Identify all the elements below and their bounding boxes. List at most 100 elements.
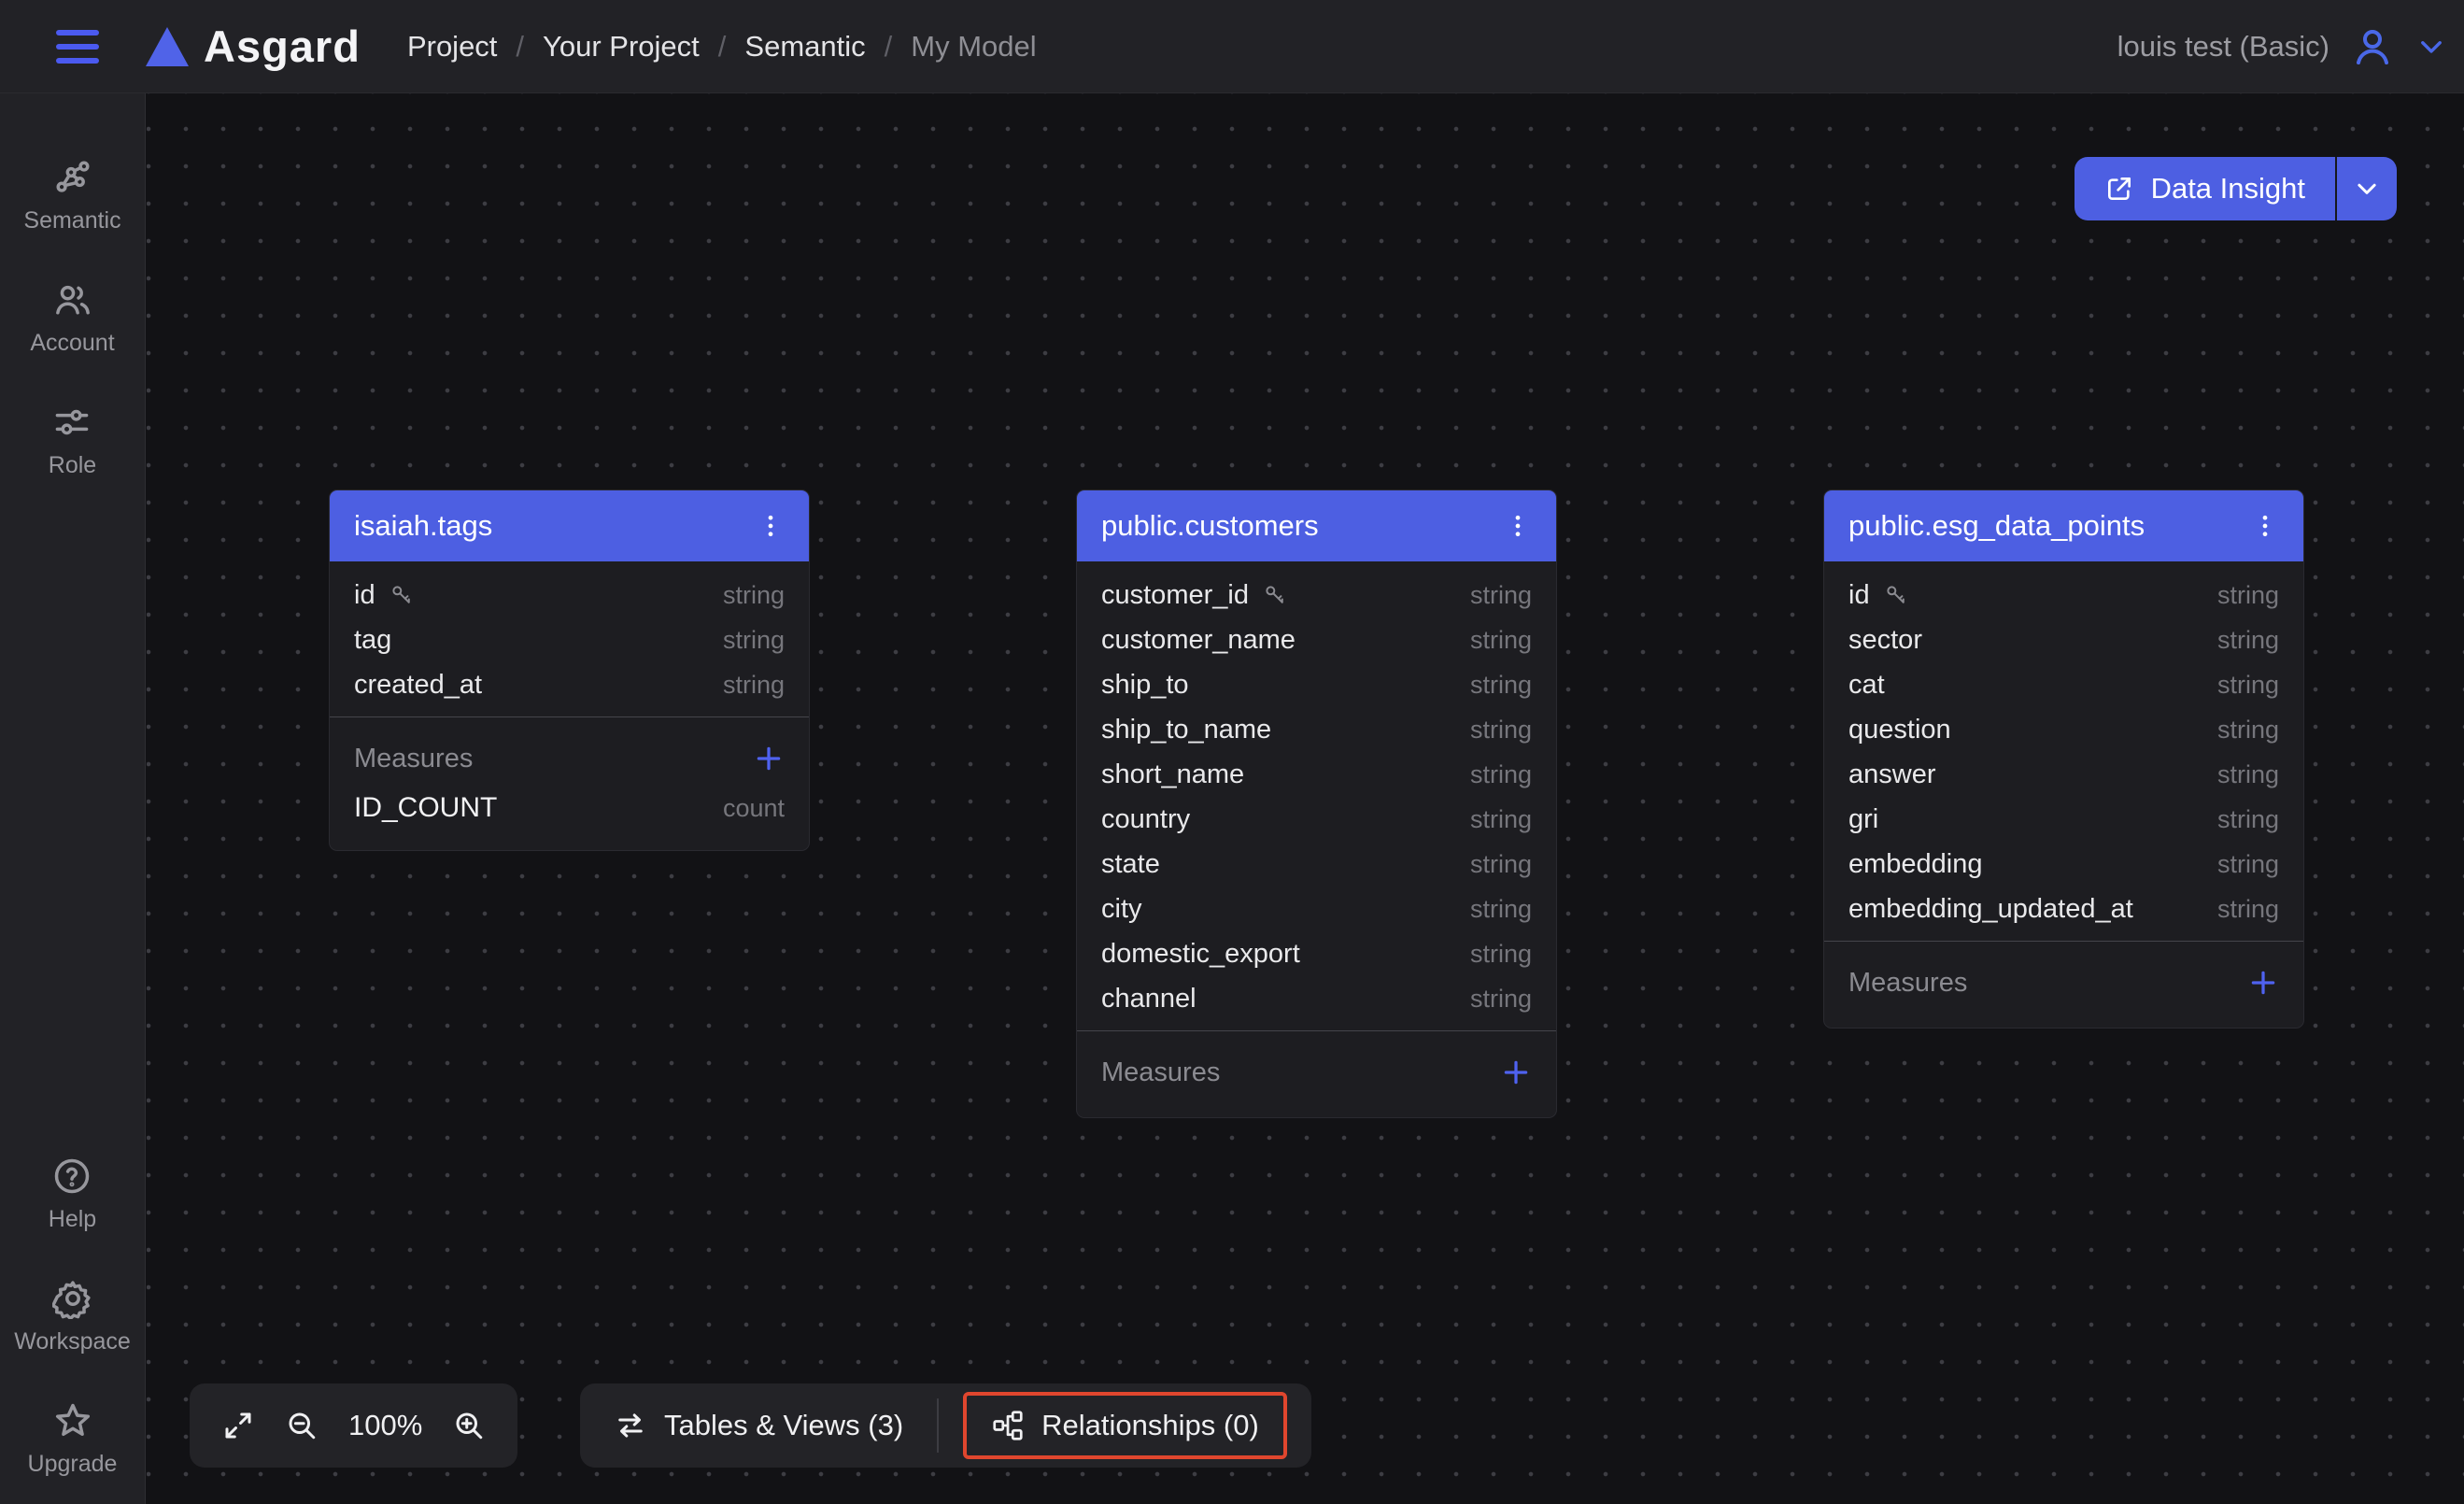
sidebar-item-label: Upgrade (28, 1451, 118, 1478)
key-icon (389, 582, 415, 608)
column-row[interactable]: tag string (330, 617, 809, 662)
sidebar-item-semantic[interactable]: Semantic (23, 157, 120, 234)
column-type: string (723, 671, 785, 700)
sidebar-item-label: Semantic (23, 207, 120, 234)
table-card-header[interactable]: public.customers (1077, 490, 1556, 561)
sidebar-item-account[interactable]: Account (30, 279, 114, 357)
breadcrumb-item[interactable]: Your Project (543, 30, 700, 64)
breadcrumb-item[interactable]: Project (407, 30, 497, 64)
add-measure-button[interactable] (753, 743, 785, 774)
zoom-out-button[interactable] (285, 1409, 319, 1442)
table-card-header[interactable]: public.esg_data_points (1824, 490, 2303, 561)
table-name: public.customers (1101, 509, 1319, 543)
kebab-menu-icon[interactable] (2251, 512, 2279, 540)
column-row[interactable]: ship_tostring (1077, 662, 1556, 707)
column-row[interactable]: countrystring (1077, 797, 1556, 842)
column-name: tag (354, 625, 391, 656)
table-card[interactable]: public.customerscustomer_idstringcustome… (1077, 490, 1556, 1117)
add-measure-button[interactable] (2247, 967, 2279, 999)
zoom-level-value: 100% (348, 1409, 422, 1442)
column-row[interactable]: customer_namestring (1077, 617, 1556, 662)
column-row[interactable]: catstring (1824, 662, 2303, 707)
sidebar-item-role[interactable]: Role (49, 402, 96, 479)
data-insight-button[interactable]: Data Insight (2075, 157, 2335, 220)
sidebar-item-label: Account (30, 330, 114, 357)
add-measure-button[interactable] (1500, 1057, 1532, 1088)
key-icon (1883, 582, 1909, 608)
star-icon (52, 1400, 93, 1441)
sidebar-item-workspace[interactable]: Workspace (14, 1278, 131, 1355)
column-type: string (1470, 985, 1532, 1014)
column-row[interactable]: answer string (1824, 752, 2303, 797)
kebab-menu-icon[interactable] (1504, 512, 1532, 540)
column-type: string (1470, 626, 1532, 655)
data-insight-split-button: Data Insight (2075, 157, 2397, 220)
column-type: string (1470, 760, 1532, 789)
column-row[interactable]: statestring (1077, 842, 1556, 887)
user-menu-chevron-down-icon[interactable] (2415, 31, 2447, 63)
column-type: string (723, 626, 785, 655)
column-row[interactable]: embedding string (1824, 842, 2303, 887)
top-bar: Asgard Project/Your Project/Semantic/My … (0, 0, 2464, 93)
breadcrumb-item[interactable]: Semantic (744, 30, 865, 64)
column-name: embedding_updated_at (1848, 894, 2133, 925)
column-name: question (1848, 715, 1951, 745)
table-card[interactable]: isaiah.tagsidstringtagstringcreated_atst… (330, 490, 809, 850)
breadcrumb-separator: / (885, 30, 893, 64)
help-icon (51, 1156, 92, 1197)
graph-icon (52, 157, 93, 198)
column-name: domestic_export (1101, 939, 1300, 970)
column-row[interactable]: sectorstring (1824, 617, 2303, 662)
kebab-menu-icon[interactable] (757, 512, 785, 540)
sidebar-top-group: Semantic Account Role (23, 157, 120, 479)
relationships-button[interactable]: Relationships (0) (982, 1409, 1268, 1442)
model-bottom-bar: Tables & Views (3) Relationships (0) (580, 1383, 1311, 1468)
tables-views-button[interactable]: Tables & Views (3) (604, 1409, 913, 1442)
column-type: string (2217, 850, 2279, 879)
breadcrumb-separator: / (516, 30, 524, 64)
fit-view-button[interactable] (221, 1409, 255, 1442)
column-row[interactable]: citystring (1077, 887, 1556, 931)
table-card-header[interactable]: isaiah.tags (330, 490, 809, 561)
column-name: channel (1101, 984, 1197, 1014)
column-name: city (1101, 894, 1142, 925)
column-name: embedding (1848, 849, 1983, 880)
sidebar-item-help[interactable]: Help (49, 1156, 96, 1233)
column-row[interactable]: ship_to_namestring (1077, 707, 1556, 752)
column-row[interactable]: customer_idstring (1077, 573, 1556, 617)
column-name: answer (1848, 759, 1936, 790)
measure-row[interactable]: ID_COUNTcount (330, 785, 809, 831)
column-row[interactable]: short_namestring (1077, 752, 1556, 797)
topbar-right: louis test (Basic) (2117, 24, 2464, 69)
relationships-label: Relationships (0) (1041, 1409, 1259, 1442)
measures-label: Measures (1101, 1057, 1220, 1088)
bottom-bar-divider (937, 1398, 939, 1453)
sidebar-item-upgrade[interactable]: Upgrade (28, 1400, 118, 1478)
user-avatar-icon[interactable] (2350, 24, 2395, 69)
measures-section: MeasuresID_COUNTcount (330, 717, 809, 850)
column-name: customer_id (1101, 580, 1249, 611)
relationships-hierarchy-icon (991, 1409, 1025, 1442)
column-row[interactable]: gristring (1824, 797, 2303, 842)
column-row[interactable]: idstring (1824, 573, 2303, 617)
model-canvas[interactable]: Data Insight isaiah.tags idstring tag strin… (147, 93, 2464, 1504)
column-row[interactable]: domestic_exportstring (1077, 931, 1556, 976)
sidebar-item-label: Help (49, 1206, 96, 1233)
column-row[interactable]: embedding_updated_atstring (1824, 887, 2303, 931)
measures-section: Measures (1077, 1031, 1556, 1117)
column-name: ship_to_name (1101, 715, 1271, 745)
table-card[interactable]: public.esg_data_points idstringsectorstri… (1824, 490, 2303, 1028)
column-name: state (1101, 849, 1160, 880)
people-icon (52, 279, 93, 320)
measures-label: Measures (1848, 968, 1967, 999)
column-type: string (2217, 760, 2279, 789)
hamburger-menu-icon[interactable] (56, 30, 99, 64)
column-row[interactable]: channel string (1077, 976, 1556, 1021)
column-name: ship_to (1101, 670, 1189, 701)
column-row[interactable]: questionstring (1824, 707, 2303, 752)
data-insight-dropdown-button[interactable] (2335, 157, 2397, 220)
column-row[interactable]: created_atstring (330, 662, 809, 707)
measures-section: Measures (1824, 942, 2303, 1028)
zoom-in-button[interactable] (452, 1409, 486, 1442)
column-row[interactable]: idstring (330, 573, 809, 617)
